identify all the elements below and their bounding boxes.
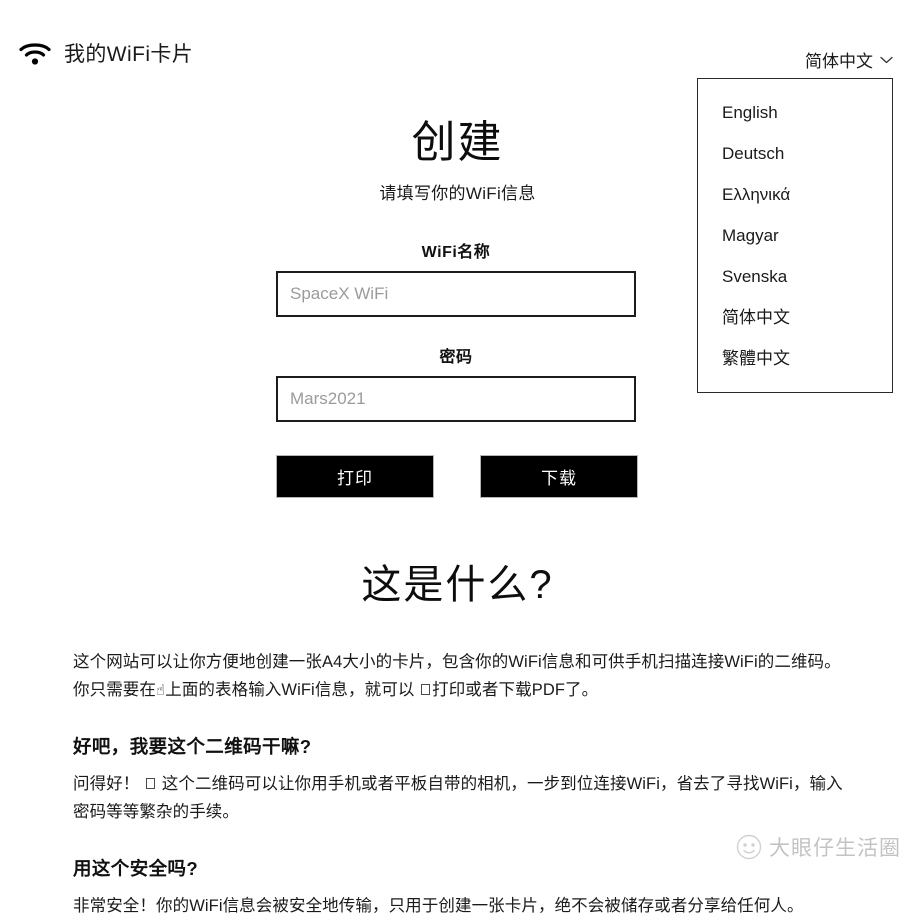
wifi-icon xyxy=(18,39,52,67)
password-label: 密码 xyxy=(439,349,473,366)
language-option-traditional-chinese[interactable]: 繁體中文 xyxy=(698,339,892,380)
wifi-form: WiFi名称 密码 xyxy=(276,238,636,422)
language-option-english[interactable]: English xyxy=(698,93,892,134)
info-paragraph-1: 这个网站可以让你方便地创建一张A4大小的卡片，包含你的WiFi信息和可供手机扫描… xyxy=(73,648,845,705)
site-header: 我的WiFi卡片 简体中文 English Deutsch Ελληνικά M… xyxy=(0,0,915,393)
info-paragraph-1-text-b: 上面的表格输入WiFi信息，就可以 xyxy=(165,681,415,700)
ssid-input[interactable] xyxy=(276,271,636,317)
info-title: 这是什么? xyxy=(361,563,554,607)
password-input[interactable] xyxy=(276,376,636,422)
info-subheading-1: 好吧，我要这个二维码干嘛? xyxy=(73,735,312,757)
brand: 我的WiFi卡片 xyxy=(18,38,193,68)
download-button[interactable]: 下载 xyxy=(480,455,638,498)
language-dropdown-menu[interactable]: English Deutsch Ελληνικά Magyar Svenska … xyxy=(697,78,893,393)
info-subheading-2: 用这个安全吗? xyxy=(73,857,199,879)
info-section: 这是什么? 这个网站可以让你方便地创建一张A4大小的卡片，包含你的WiFi信息和… xyxy=(0,552,915,920)
ssid-label: WiFi名称 xyxy=(421,244,491,261)
form-actions: 打印 下载 xyxy=(276,455,638,498)
language-option-greek[interactable]: Ελληνικά xyxy=(698,175,892,216)
brand-title: 我的WiFi卡片 xyxy=(64,43,194,66)
info-paragraph-2-text-b: 这个二维码可以让你用手机或者平板自带的相机，一步到位连接WiFi，省去了寻找Wi… xyxy=(73,774,843,822)
info-paragraph-2: 问得好！ 这个二维码可以让你用手机或者平板自带的相机，一步到位连接WiFi，省去… xyxy=(73,770,845,827)
info-paragraph-1-text-c: 打印或者下载PDF了。 xyxy=(432,681,599,700)
chevron-down-icon xyxy=(880,56,893,64)
language-selector-label: 简体中文 xyxy=(805,52,873,71)
language-option-simplified-chinese[interactable]: 简体中文 xyxy=(698,298,892,339)
info-paragraph-2-text-a: 问得好！ xyxy=(73,774,140,793)
language-option-magyar[interactable]: Magyar xyxy=(698,216,892,257)
info-paragraph-3: 非常安全！你的WiFi信息会被安全地传输，只用于创建一张卡片，绝不会被储存或者分… xyxy=(73,896,804,915)
info-body: 这个网站可以让你方便地创建一张A4大小的卡片，包含你的WiFi信息和可供手机扫描… xyxy=(0,648,915,920)
pointing-hand-icon: ☝ xyxy=(156,682,166,700)
language-option-svenska[interactable]: Svenska xyxy=(698,257,892,298)
missing-glyph-box-icon-2 xyxy=(146,777,156,789)
print-button[interactable]: 打印 xyxy=(276,455,434,498)
language-option-deutsch[interactable]: Deutsch xyxy=(698,134,892,175)
language-selector[interactable]: 简体中文 xyxy=(805,47,893,72)
missing-glyph-box-icon xyxy=(421,684,431,696)
